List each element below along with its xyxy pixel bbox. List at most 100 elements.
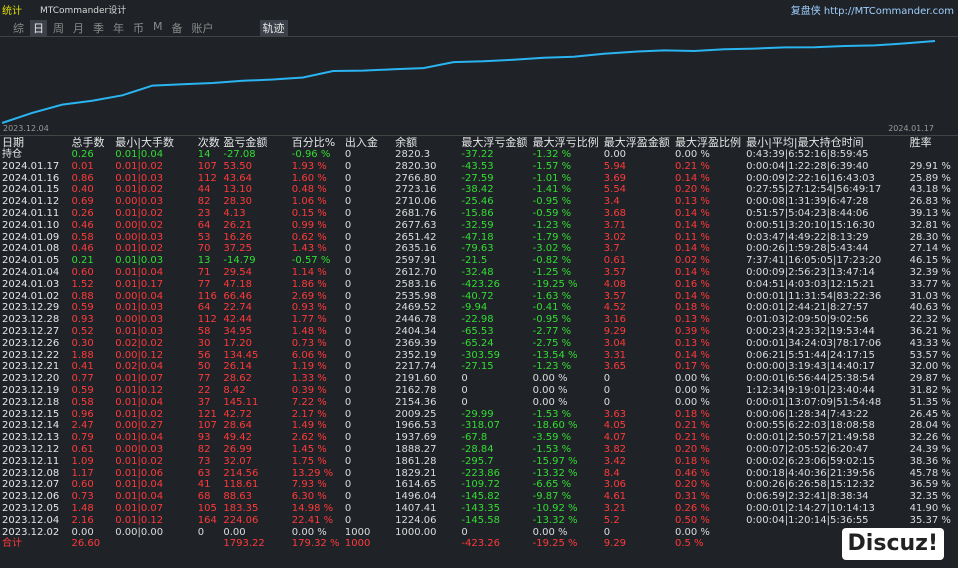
cell-2 bbox=[113, 538, 196, 550]
cell-4: 32.07 bbox=[223, 455, 253, 467]
tab-0[interactable]: 综 bbox=[10, 20, 27, 36]
cell-9: -0.59 % bbox=[532, 207, 572, 219]
cell-9: -0.95 % bbox=[532, 314, 572, 326]
tab-5[interactable]: 年 bbox=[110, 20, 127, 36]
cell-0: 持仓 bbox=[2, 149, 22, 160]
brand-link[interactable]: 复盘侠 http://MTCommander.com bbox=[791, 2, 954, 17]
cell-12: 0:00:07|2:05:52|6:20:47 bbox=[746, 443, 869, 455]
cell-6: 0 bbox=[344, 420, 352, 432]
cell-9: -1.23 % bbox=[532, 219, 572, 231]
cell-6: 0 bbox=[344, 479, 352, 491]
cell-6: 0 bbox=[344, 266, 352, 278]
cell-8: -303.59 bbox=[461, 349, 501, 361]
tab-1[interactable]: 日 bbox=[30, 20, 47, 36]
tab-8[interactable]: 备 bbox=[169, 20, 186, 36]
cell-4: 13.10 bbox=[223, 184, 253, 196]
cell-11: 0.20 % bbox=[674, 479, 710, 491]
cell-10: 8.4 bbox=[603, 467, 620, 479]
cell-13: 28.30 % bbox=[909, 231, 951, 243]
cell-7: 2446.78 bbox=[395, 314, 437, 326]
cell-9: -2.75 % bbox=[532, 337, 572, 349]
tab-6[interactable]: 币 bbox=[130, 20, 147, 36]
cell-1: 0.58 bbox=[71, 231, 94, 243]
tab-3[interactable]: 月 bbox=[70, 20, 87, 36]
cell-11: 0.00 % bbox=[674, 373, 710, 385]
tab-7[interactable]: M bbox=[150, 20, 166, 36]
period-tabs: 综日周月季年币 M 备账户 轨迹 bbox=[10, 20, 288, 36]
cell-3: 64 bbox=[197, 302, 211, 314]
cell-1: 0.79 bbox=[71, 432, 94, 444]
cell-5: 1.75 % bbox=[291, 455, 327, 467]
cell-12: 0:04:51|4:03:03|12:15:21 bbox=[746, 278, 875, 290]
tab-9[interactable]: 账户 bbox=[189, 20, 217, 36]
cell-3: 82 bbox=[197, 196, 211, 208]
cell-7: 1937.69 bbox=[395, 432, 437, 444]
cell-9: -19.25 % bbox=[532, 278, 578, 290]
cell-0: 2023.12.22 bbox=[2, 349, 60, 361]
cell-2: 0.01|0.06 bbox=[115, 467, 164, 479]
cell-1: 0.60 bbox=[71, 479, 94, 491]
cell-1: 0.61 bbox=[71, 443, 94, 455]
cell-8: -145.58 bbox=[461, 514, 501, 526]
cell-13: 32.81 % bbox=[909, 219, 951, 231]
cell-12: 0:00:01|2:50:57|21:49:58 bbox=[746, 432, 875, 444]
cell-1: 0.00 bbox=[71, 526, 94, 538]
cell-12: 0:00:08|1:31:39|6:47:28 bbox=[746, 196, 869, 208]
chart-start-date: 2023.12.04 bbox=[3, 124, 49, 133]
cell-2: 0.01|0.04 bbox=[115, 396, 164, 408]
cell-2: 0.00|0.04 bbox=[115, 290, 164, 302]
cell-9: 0.00 % bbox=[532, 373, 568, 385]
cell-3: 0 bbox=[197, 526, 205, 538]
cell-10: 0.00 bbox=[603, 149, 627, 160]
cell-10: 4.61 bbox=[603, 491, 627, 503]
cell-0: 2023.12.11 bbox=[2, 455, 60, 467]
cell-0: 2023.12.28 bbox=[2, 314, 60, 326]
cell-5: 179.32 % bbox=[291, 538, 340, 550]
table-row: 2023.12.04 2.16 0.01|0.12 164 224.06 22.41 % 0… bbox=[0, 515, 958, 527]
table-row: 2024.01.10 0.46 0.00|0.02 64 26.21 0.99 % 0 267… bbox=[0, 220, 958, 232]
cell-10: 9.29 bbox=[603, 538, 627, 550]
cell-1: 0.73 bbox=[71, 491, 94, 503]
cell-4: 37.25 bbox=[223, 243, 253, 255]
cell-12: 0:00:23|4:23:32|19:53:44 bbox=[746, 325, 875, 337]
cell-3: 93 bbox=[197, 432, 211, 444]
cell-10: 3.63 bbox=[603, 408, 627, 420]
cell-4: -27.08 bbox=[223, 149, 256, 160]
chart-end-date: 2024.01.17 bbox=[888, 124, 934, 133]
cell-10: 3.71 bbox=[603, 219, 627, 231]
cell-6: 0 bbox=[344, 373, 352, 385]
cell-13: 29.91 % bbox=[909, 160, 951, 172]
cell-12: 0:27:55|27:12:54|56:49:17 bbox=[746, 184, 882, 196]
cell-2: 0.01|0.03 bbox=[115, 172, 164, 184]
table-row: 2023.12.11 1.09 0.01|0.02 73 32.07 1.75 % 0 186… bbox=[0, 456, 958, 468]
cell-5: 22.41 % bbox=[291, 514, 334, 526]
tab-4[interactable]: 季 bbox=[90, 20, 107, 36]
cell-12: 0:00:01|2:44:21|8:27:57 bbox=[746, 302, 869, 314]
header-0: 日期 bbox=[2, 136, 24, 150]
cell-0: 2023.12.27 bbox=[2, 325, 60, 337]
cell-9: -15.97 % bbox=[532, 455, 578, 467]
cell-8: -38.42 bbox=[461, 184, 494, 196]
cell-7: 2369.39 bbox=[395, 337, 437, 349]
cell-4: 42.72 bbox=[223, 408, 253, 420]
cell-5: 0.93 % bbox=[291, 302, 327, 314]
cell-0: 2023.12.15 bbox=[2, 408, 60, 420]
cell-3: 53 bbox=[197, 231, 211, 243]
tab-10[interactable]: 轨迹 bbox=[259, 20, 288, 36]
cell-12: 1:12:34|9:19:01|23:40:44 bbox=[746, 384, 875, 396]
cell-4: 26.14 bbox=[223, 361, 253, 373]
cell-5: 1.06 % bbox=[291, 196, 327, 208]
cell-7: 1888.27 bbox=[395, 443, 437, 455]
cell-8: -40.72 bbox=[461, 290, 494, 302]
cell-9: -19.25 % bbox=[532, 538, 578, 550]
tab-2[interactable]: 周 bbox=[50, 20, 67, 36]
cell-10: 3.31 bbox=[603, 349, 627, 361]
cell-1: 0.58 bbox=[71, 396, 94, 408]
cell-2: 0.01|0.12 bbox=[115, 384, 164, 396]
cell-13: 38.36 % bbox=[909, 455, 951, 467]
cell-7: 2009.25 bbox=[395, 408, 437, 420]
cell-9: -18.60 % bbox=[532, 420, 578, 432]
cell-12: 0:00:01|6:56:44|25:38:54 bbox=[746, 373, 875, 385]
top-bar: 统计 MTCommander设计 复盘侠 http://MTCommander.… bbox=[0, 0, 958, 18]
cell-7: 1861.28 bbox=[395, 455, 437, 467]
